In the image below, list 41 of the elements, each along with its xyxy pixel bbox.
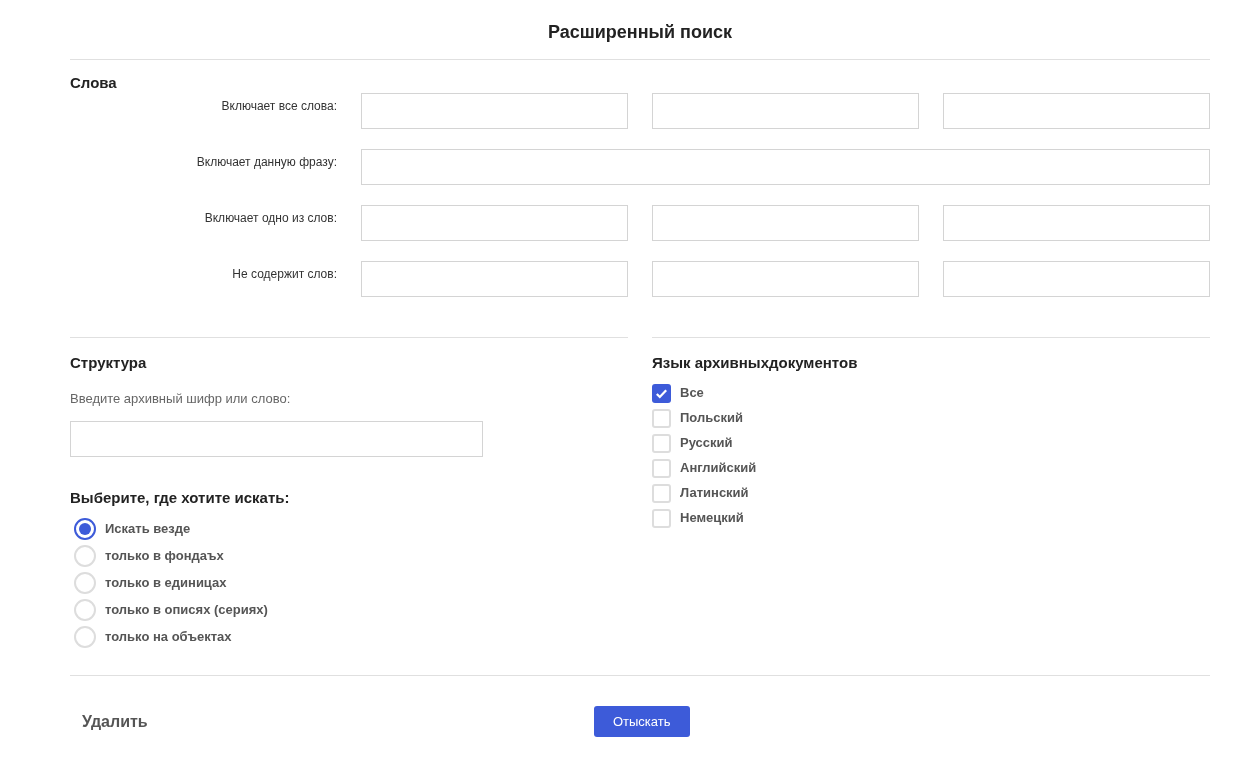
input-field[interactable] [652, 93, 919, 129]
input-field[interactable] [943, 261, 1210, 297]
input-field[interactable] [70, 420, 483, 457]
field-label: Введите архивный шифр или слово: [70, 390, 292, 408]
checkbox-option[interactable]: Польский [652, 408, 1210, 428]
checkbox-option[interactable]: Русский [652, 433, 1210, 453]
input-field[interactable] [652, 205, 919, 241]
checkbox[interactable] [652, 433, 671, 453]
section-heading: Структура [70, 353, 148, 372]
input-field[interactable] [361, 93, 628, 129]
field-label: Не содержит слов: [231, 266, 337, 283]
checkbox[interactable] [652, 458, 671, 478]
radio-option[interactable]: только в описях (сериях) [74, 598, 628, 622]
radio-option[interactable]: только в единицах [74, 571, 628, 595]
page-title: Расширенный поиск [547, 21, 733, 44]
checkbox[interactable] [652, 508, 671, 528]
input-field[interactable] [652, 261, 919, 297]
input-field[interactable] [943, 205, 1210, 241]
input-field[interactable] [361, 149, 1210, 185]
checkbox-option[interactable]: Немецкий [652, 508, 1210, 528]
checkbox[interactable] [652, 483, 671, 503]
section-heading: Слова [70, 73, 118, 92]
clear-button[interactable]: Удалить [82, 709, 148, 734]
checkbox-option[interactable]: Латинский [652, 483, 1210, 503]
field-label: Включает все слова: [220, 98, 337, 115]
radio-option[interactable]: только в фондаъх [74, 544, 628, 568]
search-button[interactable]: Отыскать [593, 706, 690, 737]
checkbox-option[interactable]: Все [652, 383, 1210, 403]
radio-button[interactable] [74, 518, 96, 540]
field-label: Включает данную фразу: [195, 154, 337, 171]
radio-option[interactable]: только на объектах [74, 625, 628, 649]
checkbox-option[interactable]: Английский [652, 458, 1210, 478]
field-label: Включает одно из слов: [203, 210, 337, 227]
checkbox[interactable] [652, 383, 671, 403]
input-field[interactable] [361, 261, 628, 297]
section-heading: Язык архивныхдокументов [652, 353, 859, 372]
checkbox[interactable] [652, 408, 671, 428]
input-field[interactable] [943, 93, 1210, 129]
input-field[interactable] [361, 205, 628, 241]
radio-option[interactable]: Искать везде [74, 517, 628, 541]
section-heading: Выберите, где хотите искать: [70, 487, 291, 508]
